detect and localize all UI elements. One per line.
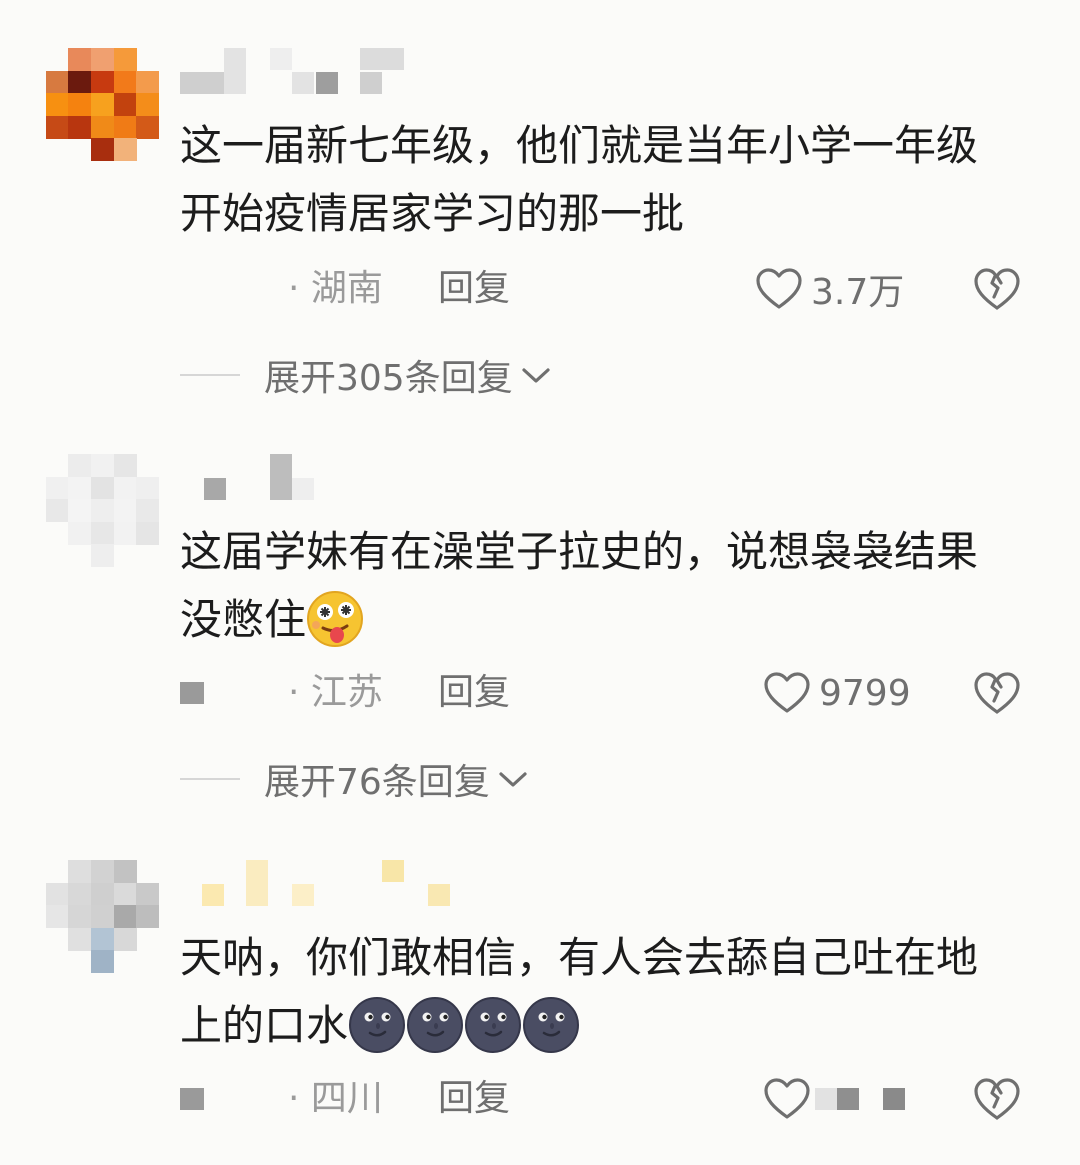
comment-text-content: 这届学妹有在澡堂子拉史的，说想袅袅结果没憋住 (180, 527, 979, 644)
like-count: 9799 (819, 672, 911, 714)
comment-meta: · 湖南 回复 3.7万 (180, 264, 1040, 314)
new-moon-face-emoji (349, 996, 406, 1053)
heart-outline-icon (764, 672, 810, 713)
divider-line (180, 374, 240, 376)
new-moon-face-emoji (523, 996, 580, 1053)
comment-text: 天呐，你们敢相信，有人会去舔自己吐在地上的口水 (180, 924, 1010, 1060)
location-label: · 湖南 (288, 268, 383, 309)
moon-emoji-group (348, 996, 580, 1053)
username-blurred[interactable] (180, 454, 320, 502)
like-button[interactable]: 3.7万 (755, 264, 904, 314)
broken-heart-icon[interactable] (973, 670, 1021, 716)
avatar[interactable] (46, 48, 159, 161)
broken-heart-icon[interactable] (973, 1076, 1021, 1122)
dizzy-tongue-emoji (307, 590, 364, 647)
avatar[interactable] (46, 454, 159, 567)
expand-replies-button[interactable]: 展开305条回复 (180, 350, 551, 400)
new-moon-face-emoji (407, 996, 464, 1053)
divider-line (180, 778, 240, 780)
comment-meta: · 江苏 回复 9799 (180, 668, 1040, 718)
comment-meta: · 四川 回复 (180, 1074, 1040, 1124)
ip-blurred (180, 682, 204, 704)
broken-heart-icon[interactable] (973, 266, 1021, 312)
heart-outline-icon (756, 268, 802, 309)
username-blurred[interactable] (180, 860, 460, 908)
new-moon-face-emoji (465, 996, 522, 1053)
chevron-down-icon (522, 368, 550, 383)
location-label: · 四川 (288, 1078, 383, 1119)
comment-text: 这届学妹有在澡堂子拉史的，说想袅袅结果没憋住 (180, 518, 1010, 654)
avatar[interactable] (46, 860, 159, 973)
reply-button[interactable]: 回复 (438, 1074, 510, 1124)
reply-button[interactable]: 回复 (438, 264, 510, 314)
username-blurred[interactable] (180, 48, 410, 96)
like-button[interactable] (763, 1074, 921, 1124)
chevron-down-icon (499, 772, 527, 787)
ip-blurred (180, 1088, 204, 1110)
comment-text-content: 这一届新七年级，他们就是当年小学一年级开始疫情居家学习的那一批 (180, 121, 979, 238)
like-count: 3.7万 (811, 272, 905, 313)
like-count-blurred (811, 1074, 921, 1124)
expand-replies-button[interactable]: 展开76条回复 (180, 754, 528, 804)
heart-outline-icon (764, 1078, 810, 1119)
reply-button[interactable]: 回复 (438, 668, 510, 718)
location-label: · 江苏 (288, 672, 383, 713)
expand-replies-label: 展开76条回复 (264, 762, 490, 803)
like-button[interactable]: 9799 (763, 668, 911, 718)
expand-replies-label: 展开305条回复 (264, 358, 513, 399)
comment-text: 这一届新七年级，他们就是当年小学一年级开始疫情居家学习的那一批 (180, 112, 1010, 248)
